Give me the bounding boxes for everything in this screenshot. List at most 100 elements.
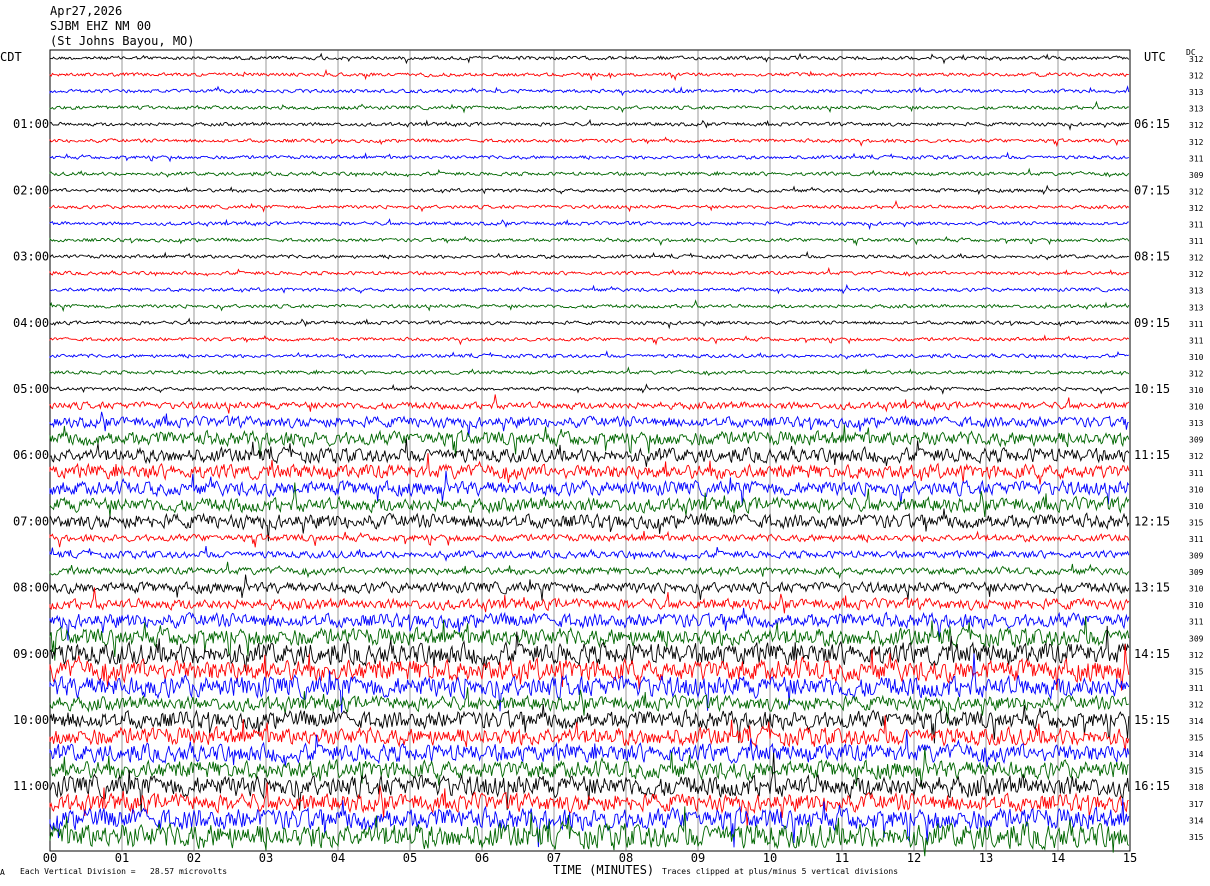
dc-value-label: 309: [1189, 568, 1204, 577]
seismic-trace: [49, 394, 1130, 414]
dc-value-label: 309: [1189, 634, 1204, 643]
dc-value-label: 317: [1189, 800, 1204, 809]
x-axis-title: TIME (MINUTES): [553, 863, 655, 877]
seismic-trace: [49, 350, 1129, 360]
dc-value-label: 318: [1189, 783, 1204, 792]
right-hour-label: 14:15: [1134, 647, 1170, 661]
dc-value-label: 312: [1189, 72, 1204, 81]
right-hour-label: 10:15: [1134, 382, 1170, 396]
dc-value-label: 312: [1189, 204, 1204, 213]
left-hour-label: 01:00: [13, 117, 49, 131]
x-tick-label: 13: [979, 851, 993, 865]
dc-value-label: 315: [1189, 833, 1204, 842]
dc-value-label: 310: [1189, 386, 1204, 395]
seismic-trace: [49, 266, 1129, 277]
dc-value-label: 312: [1189, 369, 1204, 378]
right-hour-label: 12:15: [1134, 514, 1170, 528]
dc-value-label: 310: [1189, 485, 1204, 494]
seismic-trace: [49, 68, 1129, 82]
seismic-trace: [49, 250, 1129, 261]
left-hour-label: 07:00: [13, 514, 49, 528]
dc-value-label: 310: [1189, 403, 1204, 412]
seismic-trace: [49, 317, 1130, 330]
dc-value-label: 311: [1189, 221, 1204, 230]
x-tick-label: 03: [259, 851, 273, 865]
x-tick-label: 11: [835, 851, 849, 865]
x-tick-label: 01: [115, 851, 129, 865]
dc-value-label: 310: [1189, 601, 1204, 610]
dc-value-label: 314: [1189, 816, 1204, 825]
dc-value-label: 311: [1189, 469, 1204, 478]
x-tick-label: 05: [403, 851, 417, 865]
seismic-trace: [49, 167, 1130, 178]
x-tick-label: 10: [763, 851, 777, 865]
dc-value-label: 311: [1189, 618, 1204, 627]
left-hour-label: 11:00: [13, 779, 49, 793]
right-hour-label: 15:15: [1134, 713, 1170, 727]
dc-value-label: 312: [1189, 700, 1204, 709]
dc-value-label: 311: [1189, 684, 1204, 693]
seismic-trace: [49, 136, 1130, 148]
seismic-trace: [49, 574, 1130, 601]
seismic-trace: [49, 85, 1130, 97]
seismic-trace: [49, 100, 1129, 114]
left-hour-label: 10:00: [13, 713, 49, 727]
right-hour-label: 09:15: [1134, 316, 1170, 330]
dc-value-label: 312: [1189, 121, 1204, 130]
seismic-trace: [49, 235, 1130, 247]
seismic-trace: [49, 546, 1130, 562]
plot-frame: [49, 49, 1131, 852]
dc-value-label: 311: [1189, 237, 1204, 246]
seismic-trace: [49, 151, 1130, 163]
dc-value-label: 310: [1189, 353, 1204, 362]
seismic-trace: [49, 184, 1129, 196]
dc-value-label: 312: [1189, 254, 1204, 263]
dc-value-label: 311: [1189, 336, 1204, 345]
x-tick-label: 12: [907, 851, 921, 865]
right-hour-label: 07:15: [1134, 183, 1170, 197]
dc-value-label: 311: [1189, 154, 1204, 163]
dc-value-label: 315: [1189, 734, 1204, 743]
dc-value-label: 313: [1189, 419, 1204, 428]
seismic-trace: [49, 52, 1130, 65]
dc-value-label: 312: [1189, 452, 1204, 461]
seismic-trace: [49, 482, 1130, 518]
dc-value-label: 313: [1189, 88, 1204, 97]
dc-value-label: 312: [1189, 187, 1204, 196]
left-hour-label: 09:00: [13, 647, 49, 661]
seismic-trace: [49, 199, 1130, 213]
dc-value-label: 314: [1189, 750, 1204, 759]
right-hour-label: 06:15: [1134, 117, 1170, 131]
seismic-trace: [49, 411, 1129, 437]
x-tick-label: 15: [1123, 851, 1137, 865]
dc-value-label: 310: [1189, 502, 1204, 511]
seismic-trace: [49, 334, 1130, 346]
dc-value-label: 312: [1189, 138, 1204, 147]
dc-value-label: 315: [1189, 518, 1204, 527]
dc-value-label: 312: [1189, 270, 1204, 279]
left-hour-label: 08:00: [13, 581, 49, 595]
left-hour-label: 05:00: [13, 382, 49, 396]
dc-value-label: 310: [1189, 585, 1204, 594]
x-tick-label: 14: [1051, 851, 1065, 865]
seismic-trace: [49, 118, 1129, 131]
dc-value-label: 309: [1189, 171, 1204, 180]
dc-value-label: 313: [1189, 303, 1204, 312]
clip-note: Traces clipped at plus/minus 5 vertical …: [662, 867, 899, 876]
seismic-trace: [49, 625, 1130, 672]
corner-mark: A: [0, 868, 5, 877]
dc-value-label: 312: [1189, 55, 1204, 64]
seismic-trace: [49, 218, 1129, 231]
dc-value-label: 309: [1189, 552, 1204, 561]
dc-value-label: 315: [1189, 667, 1204, 676]
dc-value-label: 313: [1189, 105, 1204, 114]
seismic-trace: [49, 283, 1130, 295]
dc-value-label: 311: [1189, 320, 1204, 329]
x-tick-label: 02: [187, 851, 201, 865]
left-hour-label: 03:00: [13, 250, 49, 264]
right-hour-label: 13:15: [1134, 581, 1170, 595]
x-tick-label: 09: [691, 851, 705, 865]
seismic-trace: [49, 729, 1130, 767]
x-tick-label: 06: [475, 851, 489, 865]
dc-value-label: 309: [1189, 436, 1204, 445]
